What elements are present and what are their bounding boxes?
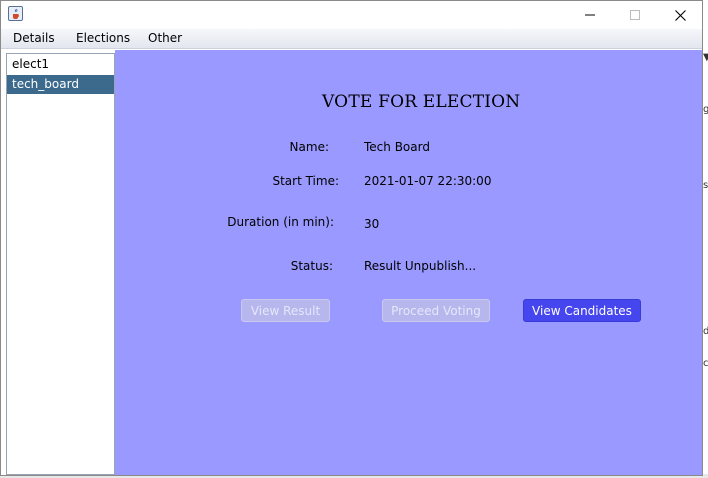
close-button[interactable]	[657, 1, 703, 29]
view-result-button[interactable]: View Result	[241, 299, 330, 322]
start-time-label: Start Time:	[272, 174, 339, 188]
name-label: Name:	[289, 140, 329, 154]
background-window-edge: ▼ g s d c	[703, 0, 708, 478]
menu-elections[interactable]: Elections	[76, 31, 130, 45]
maximize-button[interactable]	[612, 1, 658, 29]
menu-other[interactable]: Other	[148, 31, 182, 45]
duration-label: Duration (in min):	[227, 215, 334, 229]
minimize-icon	[585, 14, 595, 16]
duration-value: 30	[364, 217, 380, 231]
close-icon	[674, 9, 686, 21]
java-cup-icon	[8, 6, 23, 21]
background-glyph: d	[703, 326, 708, 337]
background-glyph: c	[703, 358, 708, 369]
status-label: Status:	[290, 259, 333, 273]
list-item-elect1[interactable]: elect1	[7, 55, 114, 74]
elections-list[interactable]: elect1 tech_board	[6, 53, 115, 475]
view-candidates-button[interactable]: View Candidates	[523, 299, 641, 322]
election-details-panel: VOTE FOR ELECTION Name: Tech Board Start…	[115, 50, 702, 475]
menu-bar: Details Elections Other	[1, 29, 702, 49]
background-glyph: g	[703, 104, 708, 115]
background-glyph: ▼	[703, 52, 708, 63]
app-window: Details Elections Other elect1 tech_boar…	[0, 0, 703, 476]
status-value: Result Unpublish...	[364, 259, 477, 273]
background-glyph: s	[703, 180, 708, 191]
start-time-value: 2021-01-07 22:30:00	[364, 174, 492, 188]
name-value: Tech Board	[364, 140, 430, 154]
menu-details[interactable]: Details	[13, 31, 55, 45]
list-item-tech-board[interactable]: tech_board	[7, 75, 114, 94]
maximize-icon	[630, 10, 640, 20]
minimize-button[interactable]	[567, 1, 613, 29]
title-bar[interactable]	[1, 1, 702, 29]
page-title: VOTE FOR ELECTION	[322, 92, 521, 112]
proceed-voting-button[interactable]: Proceed Voting	[382, 299, 490, 322]
